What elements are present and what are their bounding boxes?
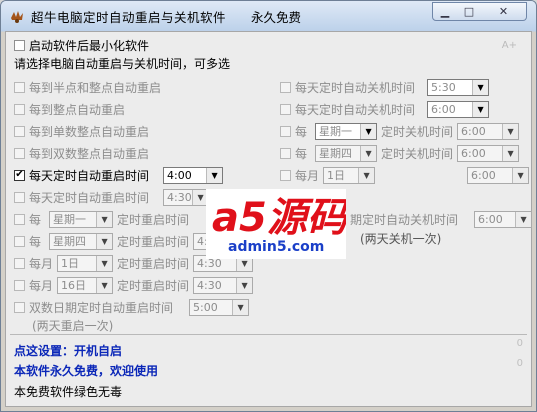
checkbox[interactable] — [14, 103, 25, 115]
client-area: A+ 启动软件后最小化软件 请选择电脑自动重启与关机时间，可多选 每到半点和整点… — [5, 31, 533, 407]
checkbox[interactable] — [14, 301, 25, 313]
close-button[interactable]: ✕ — [481, 2, 527, 21]
checkbox-checked[interactable]: ✔ — [14, 169, 25, 181]
monthly-restart-2-day-select[interactable]: 16日 ▼ — [57, 276, 114, 294]
checkbox[interactable] — [14, 81, 25, 93]
free-notice: 本软件永久免费，欢迎使用 — [14, 364, 159, 378]
green-notice: 本免费软件绿色无毒 — [14, 385, 123, 399]
chevron-down-icon: ▼ — [512, 167, 529, 183]
checkbox[interactable] — [280, 103, 291, 115]
chevron-down-icon: ▼ — [96, 277, 113, 293]
option-daily-shutdown-1[interactable]: 每天定时自动关机时间 5:30 ▼ — [280, 78, 490, 96]
chevron-down-icon: ▼ — [232, 299, 249, 315]
chevron-down-icon: ▼ — [96, 233, 113, 249]
option-daily-restart-1[interactable]: ✔ 每天定时自动重启时间 4:00 ▼ — [14, 166, 224, 184]
even-date-shutdown-time-select[interactable]: 6:00 ▼ — [474, 210, 533, 228]
autostart-setting-link[interactable]: 点这设置：开机自启 — [14, 342, 122, 359]
option-weekly-shutdown-1[interactable]: 每 星期一 ▼ 定时关机时间 6:00 ▼ — [280, 122, 520, 140]
app-icon — [11, 11, 23, 23]
watermark-graphic: a5源码 admin5.com — [212, 195, 350, 255]
chevron-down-icon: ▼ — [358, 167, 375, 183]
option-even-date-shutdown[interactable]: 期定时自动关机时间 6:00 ▼ — [350, 210, 533, 228]
even-date-shutdown-note: (两天关机一次) — [360, 231, 442, 246]
option-even-date-restart[interactable]: 双数日期定时自动重启时间 5:00 ▼ — [14, 298, 250, 316]
counter-1: 0 — [516, 338, 523, 349]
option-half-hour-restart[interactable]: 每到半点和整点自动重启 — [14, 78, 161, 96]
chevron-down-icon: ▼ — [472, 101, 489, 117]
checkbox[interactable] — [280, 81, 291, 93]
weekly-restart-1-day-select[interactable]: 星期一 ▼ — [49, 210, 114, 228]
option-weekly-restart-1[interactable]: 每 星期一 ▼ 定时重启时间 — [14, 210, 189, 228]
checkbox[interactable] — [14, 235, 25, 247]
counter-2: 0 — [516, 358, 523, 369]
monthly-restart-1-day-select[interactable]: 1日 ▼ — [57, 254, 114, 272]
daily-shutdown-2-time-select[interactable]: 6:00 ▼ — [427, 100, 490, 118]
watermark-logo: a5源码 admin5.com — [206, 189, 350, 259]
daily-shutdown-1-time-select[interactable]: 5:30 ▼ — [427, 78, 490, 96]
chevron-down-icon: ▼ — [502, 123, 519, 139]
app-window: 超牛电脑定时自动重启与关机软件 永久免费 ▁ □ ✕ A+ 启动软件后最小化软件… — [0, 0, 537, 412]
daily-restart-2-time-select[interactable]: 4:30 ▼ — [163, 188, 210, 206]
weekly-shutdown-2-day-select[interactable]: 星期四 ▼ — [315, 144, 378, 162]
checkbox[interactable] — [14, 191, 25, 203]
option-daily-restart-2[interactable]: 每天定时自动重启时间 4:30 ▼ — [14, 188, 210, 206]
chevron-down-icon: ▼ — [515, 211, 532, 227]
chevron-down-icon: ▼ — [96, 255, 113, 271]
weekly-shutdown-2-time-select[interactable]: 6:00 ▼ — [457, 144, 520, 162]
checkbox[interactable] — [280, 169, 291, 181]
chevron-down-icon: ▼ — [236, 277, 253, 293]
font-size-toggle[interactable]: A+ — [502, 40, 517, 51]
option-odd-hour-restart[interactable]: 每到单数整点自动重启 — [14, 122, 149, 140]
daily-restart-1-time-select[interactable]: 4:00 ▼ — [163, 166, 224, 184]
watermark-brand: a5源码 — [212, 195, 346, 241]
option-weekly-shutdown-2[interactable]: 每 星期四 ▼ 定时关机时间 6:00 ▼ — [280, 144, 520, 162]
divider — [10, 334, 527, 335]
checkbox[interactable] — [14, 279, 25, 291]
checkbox[interactable] — [14, 213, 25, 225]
title-bar[interactable]: 超牛电脑定时自动重启与关机软件 永久免费 ▁ □ ✕ — [1, 1, 536, 31]
option-minimize-after-start[interactable]: 启动软件后最小化软件 — [14, 36, 149, 54]
instruction-text: 请选择电脑自动重启与关机时间，可多选 — [14, 56, 231, 71]
free-label: 永久免费 — [251, 10, 302, 25]
monthly-shutdown-1-time-select[interactable]: 6:00 ▼ — [467, 166, 530, 184]
watermark-site: admin5.com — [228, 239, 324, 255]
weekly-restart-2-day-select[interactable]: 星期四 ▼ — [49, 232, 114, 250]
monthly-restart-2-time-select[interactable]: 4:30 ▼ — [193, 276, 254, 294]
chevron-down-icon: ▼ — [502, 145, 519, 161]
checkbox[interactable] — [14, 147, 25, 159]
option-daily-shutdown-2[interactable]: 每天定时自动关机时间 6:00 ▼ — [280, 100, 490, 118]
checkbox[interactable] — [280, 147, 291, 159]
weekly-shutdown-1-time-select[interactable]: 6:00 ▼ — [457, 122, 520, 140]
option-even-hour-restart[interactable]: 每到双数整点自动重启 — [14, 144, 149, 162]
monthly-shutdown-1-day-select[interactable]: 1日 ▼ — [323, 166, 376, 184]
option-monthly-shutdown-1[interactable]: 每月 1日 ▼ 6:00 ▼ — [280, 166, 530, 184]
checkbox[interactable] — [14, 257, 25, 269]
checkbox[interactable] — [14, 39, 25, 51]
minimize-button[interactable]: ▁ — [432, 2, 458, 21]
checkbox[interactable] — [280, 125, 291, 137]
maximize-button[interactable]: □ — [457, 2, 482, 21]
chevron-down-icon: ▼ — [360, 123, 377, 139]
chevron-down-icon: ▼ — [360, 145, 377, 161]
chevron-down-icon: ▼ — [472, 79, 489, 95]
weekly-shutdown-1-day-select[interactable]: 星期一 ▼ — [315, 122, 378, 140]
checkbox[interactable] — [14, 125, 25, 137]
chevron-down-icon: ▼ — [206, 167, 223, 183]
window-title: 超牛电脑定时自动重启与关机软件 — [31, 10, 227, 25]
chevron-down-icon: ▼ — [96, 211, 113, 227]
option-whole-hour-restart[interactable]: 每到整点自动重启 — [14, 100, 125, 118]
option-monthly-restart-2[interactable]: 每月 16日 ▼ 定时重启时间 4:30 ▼ — [14, 276, 254, 294]
even-date-restart-note: (两天重启一次) — [32, 318, 114, 333]
even-date-restart-time-select[interactable]: 5:00 ▼ — [189, 298, 250, 316]
